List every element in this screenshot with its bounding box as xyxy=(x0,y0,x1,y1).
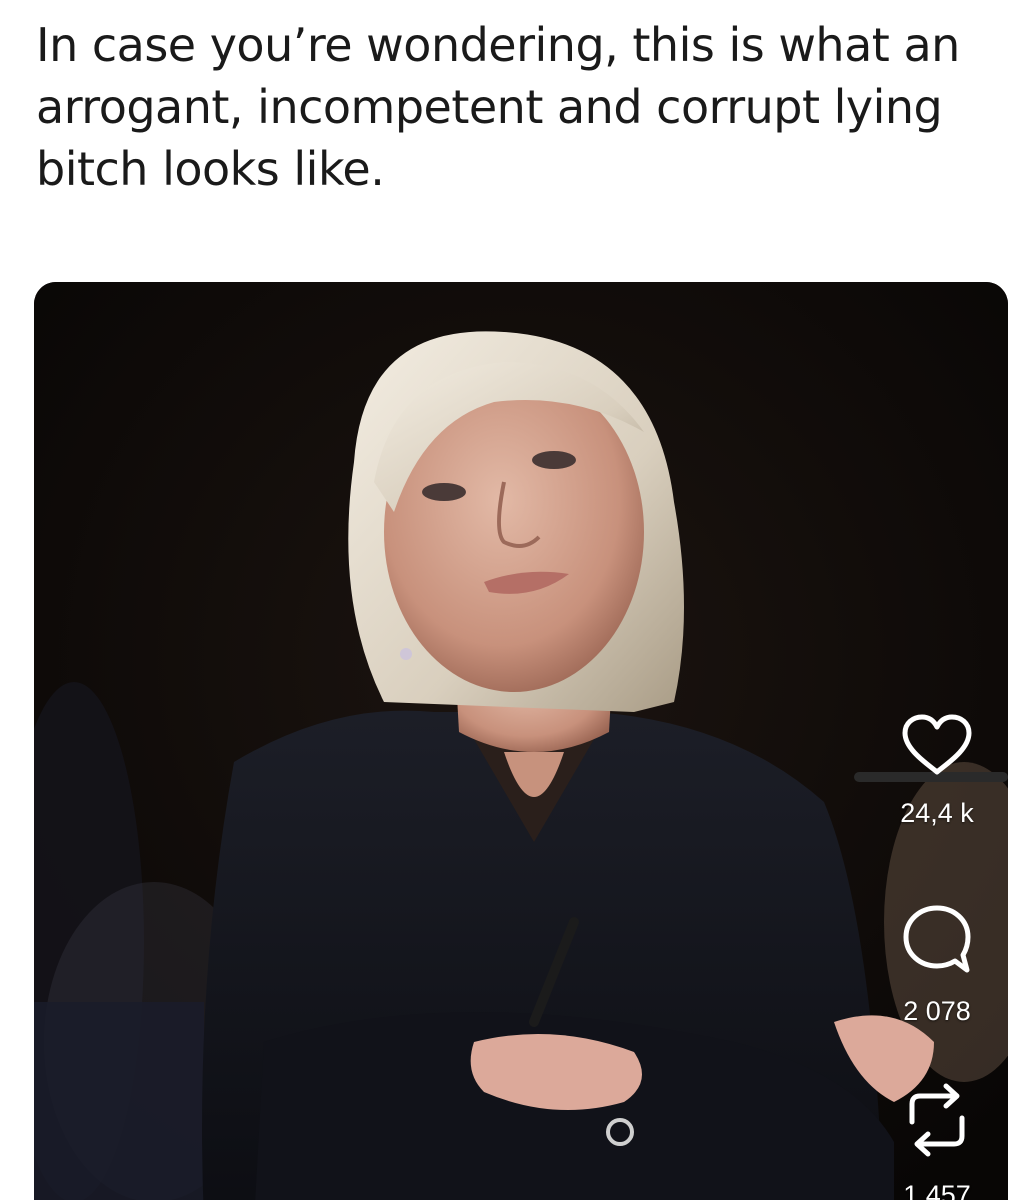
comment-bubble-icon[interactable] xyxy=(901,904,973,974)
like-action[interactable]: 24,4 k xyxy=(872,714,1002,828)
share-action[interactable]: 1 457 xyxy=(872,1082,1002,1200)
repost-arrows-icon[interactable] xyxy=(902,1082,972,1158)
post-photo[interactable]: 24,4 k 2 078 1 457 xyxy=(34,282,1008,1200)
post-caption: In case you’re wondering, this is what a… xyxy=(36,18,960,196)
photo-image xyxy=(34,282,1008,1200)
heart-icon[interactable] xyxy=(901,714,973,776)
share-count: 1 457 xyxy=(903,1180,971,1200)
comment-count: 2 078 xyxy=(903,996,971,1026)
comment-action[interactable]: 2 078 xyxy=(872,904,1002,1026)
like-count: 24,4 k xyxy=(900,798,974,828)
